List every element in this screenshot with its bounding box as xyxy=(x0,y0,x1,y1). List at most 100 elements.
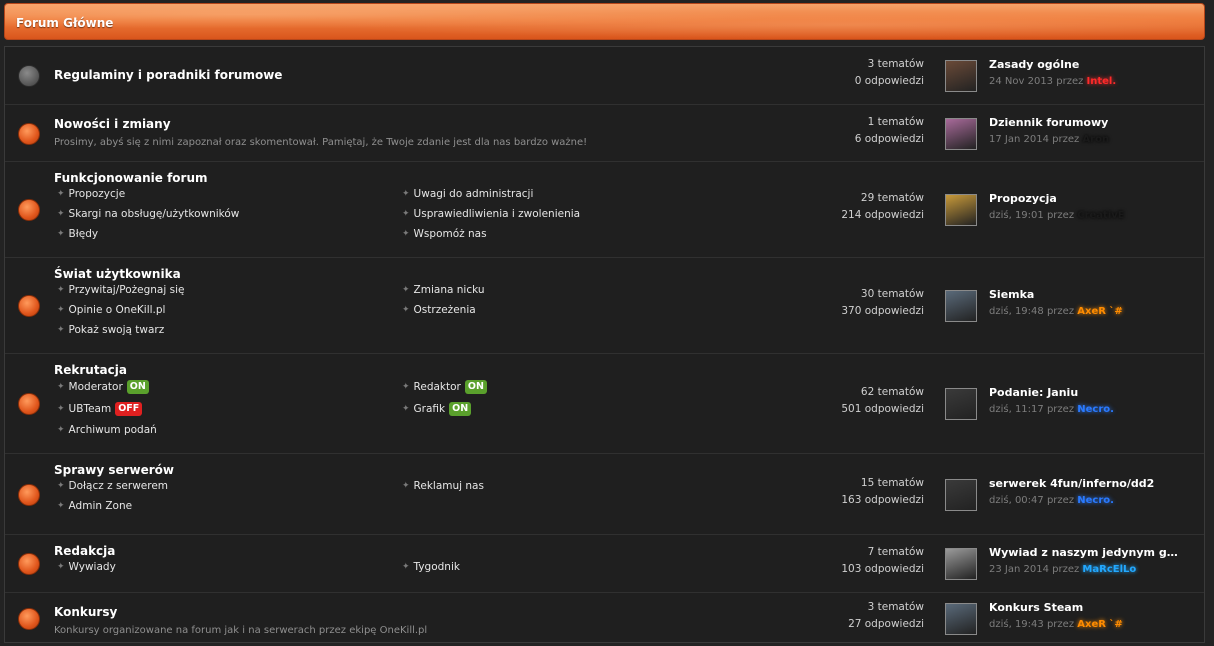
topic-count: 30 tematów xyxy=(860,288,924,300)
last-post-title[interactable]: Dziennik forumowy xyxy=(989,116,1108,129)
last-post-user[interactable]: AxeR `# xyxy=(1077,306,1123,317)
last-post-date: dziś, 19:48 xyxy=(989,306,1047,317)
subforum-link[interactable]: ✦ Uwagi do administracji xyxy=(402,188,533,200)
avatar[interactable] xyxy=(945,194,977,226)
subforum-link[interactable]: ✦ Propozycje xyxy=(57,188,125,200)
subforum-link[interactable]: ✦ Dołącz z serwerem xyxy=(57,480,168,492)
subforum-link[interactable]: ✦ Grafik ON xyxy=(402,402,472,416)
forum-list: Regulaminy i poradniki forumowe 3 tematów… xyxy=(4,46,1205,643)
subforum-link[interactable]: ✦ Skargi na obsługę/użytkowników xyxy=(57,208,239,220)
subforum-link[interactable]: ✦ Wywiady xyxy=(57,561,116,573)
forum-title[interactable]: Funkcjonowanie forum xyxy=(54,171,208,185)
last-post-by: przez xyxy=(1046,404,1078,415)
subforum-link[interactable]: ✦ Przywitaj/Pożegnaj się xyxy=(57,284,184,296)
subforum-label: Wspomóż nas xyxy=(413,228,487,240)
last-post-meta: 17 Jan 2014 przez Aron xyxy=(989,134,1109,145)
subforum-link[interactable]: ✦ UBTeam OFF xyxy=(57,402,143,416)
last-post-by: przez xyxy=(1046,306,1078,317)
subforum-link[interactable]: ✦ Admin Zone xyxy=(57,500,132,512)
avatar[interactable] xyxy=(945,548,977,580)
last-post-date: dziś, 19:01 xyxy=(989,210,1047,221)
subforum-link[interactable]: ✦ Błędy xyxy=(57,228,98,240)
forum-row: Rekrutacja ✦ Moderator ON ✦ UBTeam OFF ✦ Archiwu… xyxy=(5,354,1204,454)
forum-title[interactable]: Konkursy xyxy=(54,605,117,619)
avatar[interactable] xyxy=(945,388,977,420)
forum-title[interactable]: Rekrutacja xyxy=(54,363,127,377)
subforum-bullet-icon: ✦ xyxy=(57,404,65,414)
category-title[interactable]: Forum Główne xyxy=(16,16,113,30)
last-post-meta: dziś, 19:01 przez CreativE xyxy=(989,210,1125,221)
avatar[interactable] xyxy=(945,603,977,635)
status-badge: ON xyxy=(126,380,149,394)
avatar[interactable] xyxy=(945,479,977,511)
subforum-link[interactable]: ✦ Moderator ON xyxy=(57,380,149,394)
last-post-title[interactable]: Propozycja xyxy=(989,192,1057,205)
last-post-user[interactable]: Intel. xyxy=(1087,76,1117,87)
last-post-user[interactable]: MaRcElLo xyxy=(1082,564,1136,575)
topic-count: 7 tematów xyxy=(867,546,924,558)
last-post-date: dziś, 00:47 xyxy=(989,495,1047,506)
forum-title[interactable]: Nowości i zmiany xyxy=(54,117,171,131)
forum-title[interactable]: Świat użytkownika xyxy=(54,267,181,281)
subforum-link[interactable]: ✦ Redaktor ON xyxy=(402,380,487,394)
subforum-bullet-icon: ✦ xyxy=(57,229,65,239)
last-post-by: przez xyxy=(1046,210,1078,221)
forum-row: Sprawy serwerów ✦ Dołącz z serwerem ✦ Admin … xyxy=(5,454,1204,535)
last-post-title[interactable]: Siemka xyxy=(989,288,1034,301)
forum-unread-icon xyxy=(18,484,40,506)
topic-count: 1 tematów xyxy=(867,116,924,128)
subforum-bullet-icon: ✦ xyxy=(402,189,410,199)
last-post-user[interactable]: Necro. xyxy=(1077,404,1114,415)
subforum-bullet-icon: ✦ xyxy=(57,481,65,491)
subforum-label: Zmiana nicku xyxy=(413,284,485,296)
subforum-link[interactable]: ✦ Ostrzeżenia xyxy=(402,304,476,316)
subforum-bullet-icon: ✦ xyxy=(57,305,65,315)
subforum-link[interactable]: ✦ Wspomóż nas xyxy=(402,228,487,240)
subforum-link[interactable]: ✦ Zmiana nicku xyxy=(402,284,485,296)
last-post-user[interactable]: Necro. xyxy=(1077,495,1114,506)
last-post-user[interactable]: CreativE xyxy=(1077,210,1124,221)
subforum-label: Skargi na obsługę/użytkowników xyxy=(68,208,240,220)
subforum-label: Archiwum podań xyxy=(68,424,157,436)
subforum-bullet-icon: ✦ xyxy=(57,425,65,435)
forum-unread-icon xyxy=(18,295,40,317)
avatar[interactable] xyxy=(945,290,977,322)
category-header: Forum Główne xyxy=(4,3,1205,40)
last-post-meta: dziś, 19:48 przez AxeR `# xyxy=(989,306,1123,317)
last-post-user[interactable]: AxeR `# xyxy=(1077,619,1123,630)
forum-title[interactable]: Regulaminy i poradniki forumowe xyxy=(54,68,282,82)
subforum-bullet-icon: ✦ xyxy=(57,562,65,572)
subforum-label: Dołącz z serwerem xyxy=(68,480,169,492)
last-post-title[interactable]: Podanie: Janiu xyxy=(989,386,1078,399)
last-post-by: przez xyxy=(1052,564,1083,575)
reply-count: 103 odpowiedzi xyxy=(841,563,924,575)
topic-count: 62 tematów xyxy=(860,386,924,398)
last-post-title[interactable]: Konkurs Steam xyxy=(989,601,1083,614)
subforum-bullet-icon: ✦ xyxy=(57,325,65,335)
last-post-title[interactable]: Zasady ogólne xyxy=(989,58,1079,71)
reply-count: 163 odpowiedzi xyxy=(841,494,924,506)
last-post-user[interactable]: Aron xyxy=(1082,134,1109,145)
forum-title[interactable]: Sprawy serwerów xyxy=(54,463,174,477)
subforum-link[interactable]: ✦ Reklamuj nas xyxy=(402,480,484,492)
avatar[interactable] xyxy=(945,60,977,92)
subforum-link[interactable]: ✦ Archiwum podań xyxy=(57,424,157,436)
last-post-title[interactable]: serwerek 4fun/inferno/dd2 xyxy=(989,477,1154,490)
subforum-link[interactable]: ✦ Tygodnik xyxy=(402,561,460,573)
subforum-bullet-icon: ✦ xyxy=(57,209,65,219)
forum-description: Konkursy organizowane na forum jak i na … xyxy=(54,625,428,636)
last-post-date: 23 Jan 2014 xyxy=(989,564,1053,575)
avatar[interactable] xyxy=(945,118,977,150)
subforum-label: Tygodnik xyxy=(413,561,460,573)
status-badge: OFF xyxy=(115,402,143,416)
forum-unread-icon xyxy=(18,393,40,415)
forum-title[interactable]: Redakcja xyxy=(54,544,115,558)
subforum-link[interactable]: ✦ Opinie o OneKill.pl xyxy=(57,304,165,316)
subforum-link[interactable]: ✦ Usprawiedliwienia i zwolenienia xyxy=(402,208,580,220)
subforum-link[interactable]: ✦ Pokaż swoją twarz xyxy=(57,324,164,336)
last-post-by: przez xyxy=(1046,619,1078,630)
reply-count: 6 odpowiedzi xyxy=(854,133,924,145)
last-post-title[interactable]: Wywiad z naszym jedynym gra... xyxy=(989,546,1179,559)
subforum-label: Usprawiedliwienia i zwolenienia xyxy=(413,208,581,220)
forum-unread-icon xyxy=(18,123,40,145)
